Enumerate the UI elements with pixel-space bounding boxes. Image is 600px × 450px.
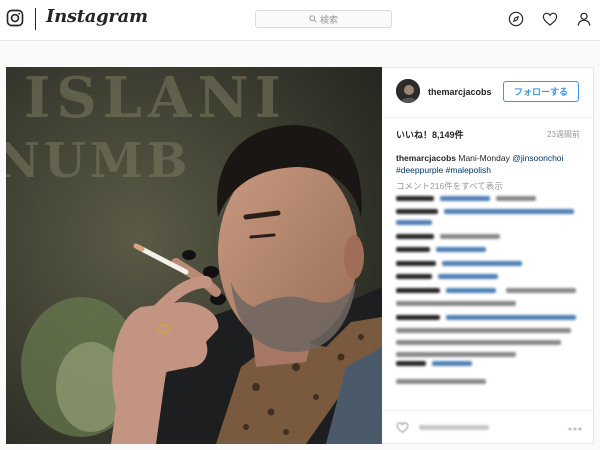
post-username[interactable]: themarcjacobs — [428, 87, 492, 97]
avatar-image — [396, 79, 420, 103]
avatar[interactable] — [396, 79, 420, 103]
search-input[interactable]: 検索 — [255, 10, 392, 28]
post-timestamp[interactable]: 23週間前 — [547, 129, 580, 140]
caption-hashtag[interactable]: #deeppurple — [396, 165, 443, 175]
like-count[interactable]: いいね！8,149件 — [396, 128, 464, 141]
add-comment-input[interactable] — [419, 423, 519, 433]
caption-username[interactable]: themarcjacobs — [396, 153, 456, 163]
caption-text: Mani-Monday — [458, 153, 510, 163]
blurred-comments — [396, 196, 576, 384]
svg-text:NUMB: NUMB — [6, 133, 191, 189]
search-icon — [309, 15, 317, 23]
top-navigation-bar: Instagram 検索 — [0, 0, 600, 41]
post-actions-footer — [383, 410, 594, 445]
caption-hashtag[interactable]: #malepolish — [446, 165, 491, 175]
profile-user-icon[interactable] — [576, 11, 592, 27]
post-photo-image: ISLANI NUMB — [6, 67, 382, 444]
post-caption: themarcjacobs Mani-Monday @jinsoonchoi #… — [396, 152, 586, 176]
svg-text:ISLANI: ISLANI — [24, 67, 287, 131]
view-all-comments-link[interactable]: コメント216件をすべて表示 — [396, 180, 503, 192]
post-header: themarcjacobs フォローする — [383, 67, 594, 118]
heart-activity-icon[interactable] — [542, 11, 558, 27]
post-photo[interactable]: ISLANI NUMB — [6, 67, 382, 444]
comment-list — [396, 194, 586, 393]
search-placeholder: 検索 — [319, 14, 338, 25]
instagram-wordmark-logo[interactable]: Instagram — [46, 6, 148, 27]
post-side-panel: themarcjacobs フォローする いいね！8,149件 23週間前 th… — [383, 67, 594, 444]
instagram-camera-icon[interactable] — [6, 9, 24, 27]
caption-mention[interactable]: @jinsoonchoi — [512, 153, 563, 163]
more-options-icon[interactable] — [568, 426, 582, 432]
explore-compass-icon[interactable] — [508, 11, 524, 27]
follow-button[interactable]: フォローする — [503, 81, 579, 102]
logo-divider — [35, 8, 36, 30]
like-heart-icon[interactable] — [396, 421, 409, 434]
